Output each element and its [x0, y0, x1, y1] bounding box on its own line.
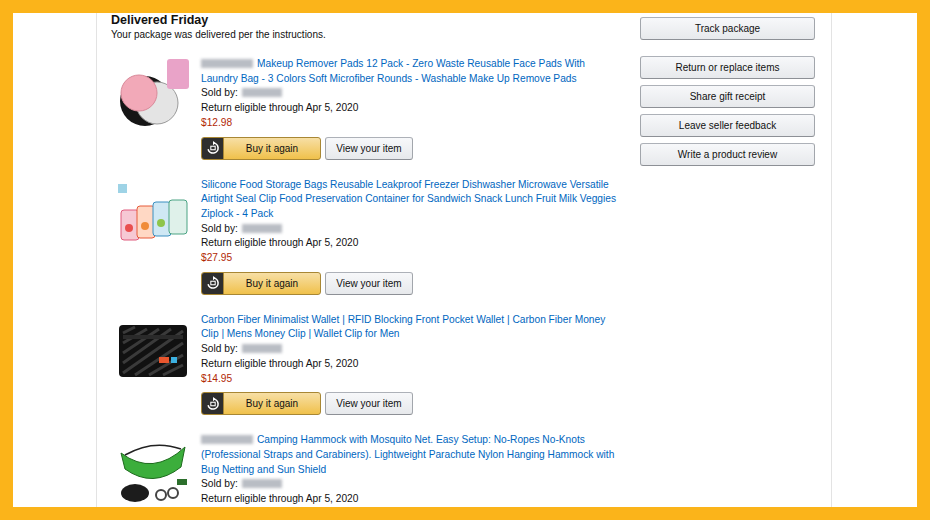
buy-again-label: Buy it again	[224, 138, 320, 159]
blurred-brand	[201, 435, 253, 444]
order-item: Camping Hammock with Mosquito Net. Easy …	[111, 433, 626, 507]
action-button[interactable]: Write a product review	[640, 143, 815, 166]
product-link[interactable]: Camping Hammock with Mosquito Net. Easy …	[201, 434, 614, 474]
action-button[interactable]: Share gift receipt	[640, 85, 815, 108]
item-info: Carbon Fiber Minimalist Wallet | RFID Bl…	[201, 313, 619, 416]
shipment-status: Delivered Friday	[111, 13, 626, 28]
blurred-seller	[242, 88, 282, 97]
buy-again-label: Buy it again	[224, 273, 320, 294]
product-title[interactable]: Camping Hammock with Mosquito Net. Easy …	[201, 434, 614, 474]
buy-again-icon	[202, 273, 224, 294]
item-title-line: Carbon Fiber Minimalist Wallet | RFID Bl…	[201, 313, 619, 342]
sold-by-label: Sold by:	[201, 223, 238, 234]
product-image[interactable]	[115, 433, 191, 507]
buy-again-button[interactable]: Buy it again	[201, 392, 321, 415]
delivery-note: Your package was delivered per the instr…	[111, 28, 626, 41]
order-item: Silicone Food Storage Bags Reusable Leak…	[111, 178, 626, 295]
item-info: Makeup Remover Pads 12 Pack - Zero Waste…	[201, 57, 619, 160]
item-list: Makeup Remover Pads 12 Pack - Zero Waste…	[111, 57, 626, 507]
item-price: $14.95	[201, 372, 619, 387]
product-image[interactable]	[115, 313, 191, 389]
item-title-line: Silicone Food Storage Bags Reusable Leak…	[201, 178, 619, 222]
product-title[interactable]: Silicone Food Storage Bags Reusable Leak…	[201, 179, 616, 219]
sold-by-label: Sold by:	[201, 343, 238, 354]
shipment-panel: Delivered FridayYour package was deliver…	[111, 13, 626, 507]
product-image[interactable]	[115, 178, 191, 254]
buy-again-icon	[202, 393, 224, 414]
item-price: $27.95	[201, 251, 619, 266]
return-eligibility: Return eligible through Apr 5, 2020	[201, 101, 619, 116]
item-buttons: Buy it againView your item	[201, 137, 619, 160]
sold-by-label: Sold by:	[201, 87, 238, 98]
item-info: Silicone Food Storage Bags Reusable Leak…	[201, 178, 619, 295]
page-frame: Delivered FridayYour package was deliver…	[13, 13, 917, 507]
sold-by-line: Sold by:	[201, 86, 619, 101]
product-link[interactable]: Carbon Fiber Minimalist Wallet | RFID Bl…	[201, 314, 605, 340]
buy-again-label: Buy it again	[224, 393, 320, 414]
view-item-button[interactable]: View your item	[325, 392, 413, 415]
blurred-seller	[242, 344, 282, 353]
product-title[interactable]: Carbon Fiber Minimalist Wallet | RFID Bl…	[201, 314, 605, 340]
item-price: $12.98	[201, 116, 619, 131]
buy-again-button[interactable]: Buy it again	[201, 272, 321, 295]
sold-by-line: Sold by:	[201, 222, 619, 237]
sold-by-line: Sold by:	[201, 477, 619, 492]
order-item: Carbon Fiber Minimalist Wallet | RFID Bl…	[111, 313, 626, 416]
view-item-button[interactable]: View your item	[325, 272, 413, 295]
item-title-line: Makeup Remover Pads 12 Pack - Zero Waste…	[201, 57, 619, 86]
blurred-seller	[242, 479, 282, 488]
sold-by-label: Sold by:	[201, 478, 238, 489]
product-title[interactable]: Makeup Remover Pads 12 Pack - Zero Waste…	[201, 58, 585, 84]
blurred-brand	[201, 59, 253, 68]
return-eligibility: Return eligible through Apr 5, 2020	[201, 357, 619, 372]
action-button[interactable]: Track package	[640, 17, 815, 40]
order-box: Delivered FridayYour package was deliver…	[96, 13, 832, 507]
item-buttons: Buy it againView your item	[201, 272, 619, 295]
product-image[interactable]	[115, 57, 191, 133]
item-info: Camping Hammock with Mosquito Net. Easy …	[201, 433, 619, 507]
view-item-button[interactable]: View your item	[325, 137, 413, 160]
action-panel: Track package Return or replace items Shar…	[640, 13, 815, 507]
action-button[interactable]: Leave seller feedback	[640, 114, 815, 137]
item-buttons: Buy it againView your item	[201, 392, 619, 415]
return-eligibility: Return eligible through Apr 5, 2020	[201, 236, 619, 251]
blurred-seller	[242, 224, 282, 233]
product-link[interactable]: Makeup Remover Pads 12 Pack - Zero Waste…	[201, 58, 585, 84]
buy-again-icon	[202, 138, 224, 159]
item-title-line: Camping Hammock with Mosquito Net. Easy …	[201, 433, 619, 477]
return-eligibility: Return eligible through Apr 5, 2020	[201, 492, 619, 507]
action-button[interactable]: Return or replace items	[640, 56, 815, 79]
buy-again-button[interactable]: Buy it again	[201, 137, 321, 160]
order-item: Makeup Remover Pads 12 Pack - Zero Waste…	[111, 57, 626, 160]
product-link[interactable]: Silicone Food Storage Bags Reusable Leak…	[201, 179, 616, 219]
sold-by-line: Sold by:	[201, 342, 619, 357]
